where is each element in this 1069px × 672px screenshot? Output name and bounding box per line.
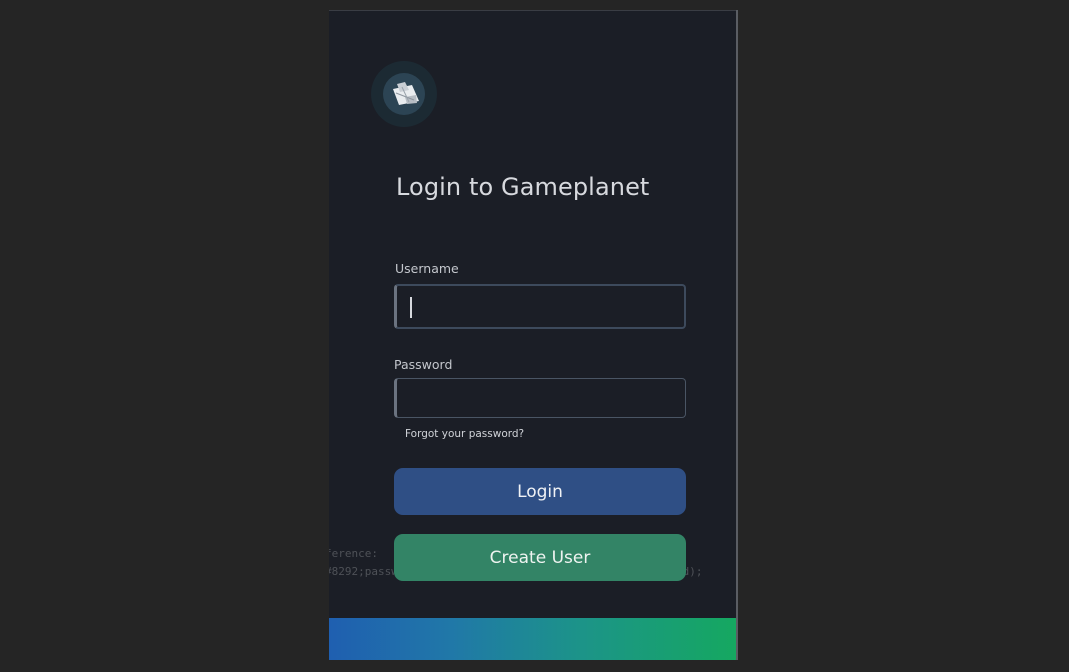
login-button[interactable]: Login [394, 468, 686, 515]
text-caret [410, 297, 412, 318]
spaceship-icon [383, 73, 425, 115]
background-code-line: ference: [329, 547, 378, 560]
login-window: Login to Gameplanet Username Password Fo… [329, 10, 738, 660]
username-label: Username [395, 261, 459, 276]
create-user-button[interactable]: Create User [394, 534, 686, 581]
window-edge [736, 10, 738, 660]
footer-gradient-bar [329, 618, 738, 660]
username-field[interactable] [394, 284, 686, 329]
page-title: Login to Gameplanet [396, 173, 650, 201]
password-label: Password [394, 357, 453, 372]
password-field[interactable] [394, 378, 686, 418]
forgot-password-link[interactable]: Forgot your password? [405, 428, 524, 440]
